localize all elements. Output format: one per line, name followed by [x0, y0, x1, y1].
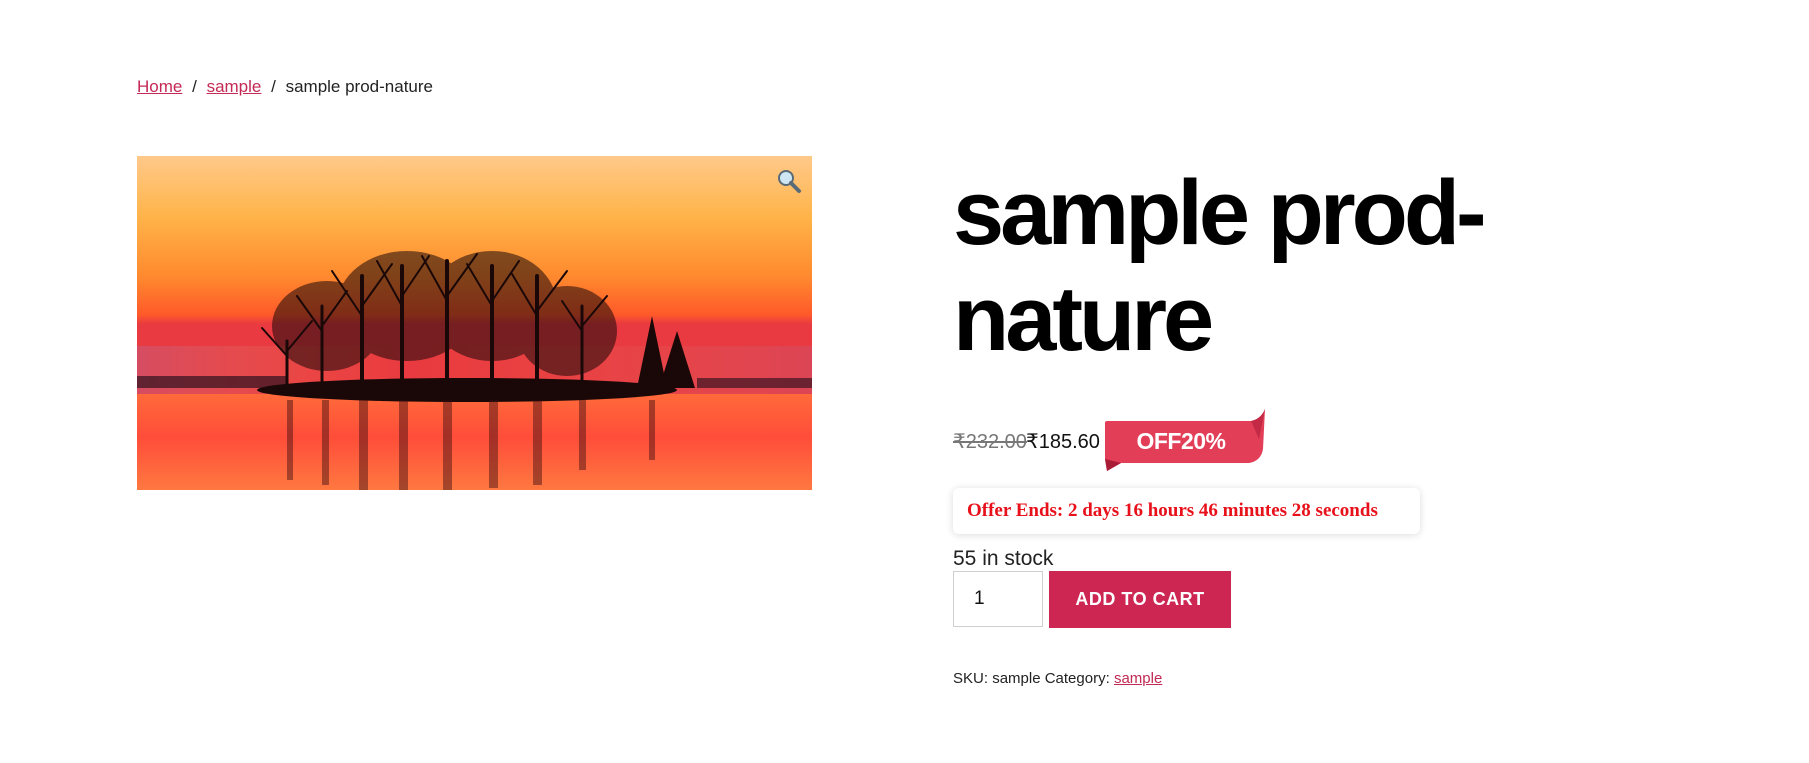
regular-price: ₹232.00 — [953, 431, 1027, 453]
sku-value: sample — [992, 670, 1041, 687]
breadcrumb-current: sample prod-nature — [285, 77, 433, 96]
quantity-input[interactable] — [954, 572, 1042, 626]
discount-badge: OFF20% — [1101, 409, 1265, 475]
product-meta: SKU: sample Category: sample — [953, 670, 1162, 687]
breadcrumb-home-link[interactable]: Home — [137, 77, 182, 96]
offer-countdown: Offer Ends: 2 days 16 hours 46 minutes 2… — [953, 488, 1420, 534]
sale-price: ₹185.60 — [1026, 431, 1100, 453]
breadcrumb: Home / sample / sample prod-nature — [137, 77, 433, 97]
magnifier-icon[interactable] — [776, 168, 802, 194]
sku-label: SKU: — [953, 670, 989, 687]
breadcrumb-category-link[interactable]: sample — [207, 77, 262, 96]
offer-countdown-text: Offer Ends: 2 days 16 hours 46 minutes 2… — [967, 500, 1378, 521]
breadcrumb-separator: / — [192, 77, 197, 96]
discount-badge-text: OFF20% — [1136, 428, 1226, 454]
breadcrumb-separator: / — [271, 77, 276, 96]
quantity-field[interactable] — [953, 571, 1043, 627]
category-label: Category: — [1044, 670, 1110, 687]
add-to-cart-button[interactable]: ADD TO CART — [1049, 571, 1231, 628]
stock-status: 55 in stock — [953, 547, 1054, 570]
product-image[interactable] — [137, 156, 812, 490]
sunset-photo — [137, 156, 812, 490]
product-title: sample prod-nature — [953, 162, 1487, 370]
category-link[interactable]: sample — [1114, 670, 1162, 687]
